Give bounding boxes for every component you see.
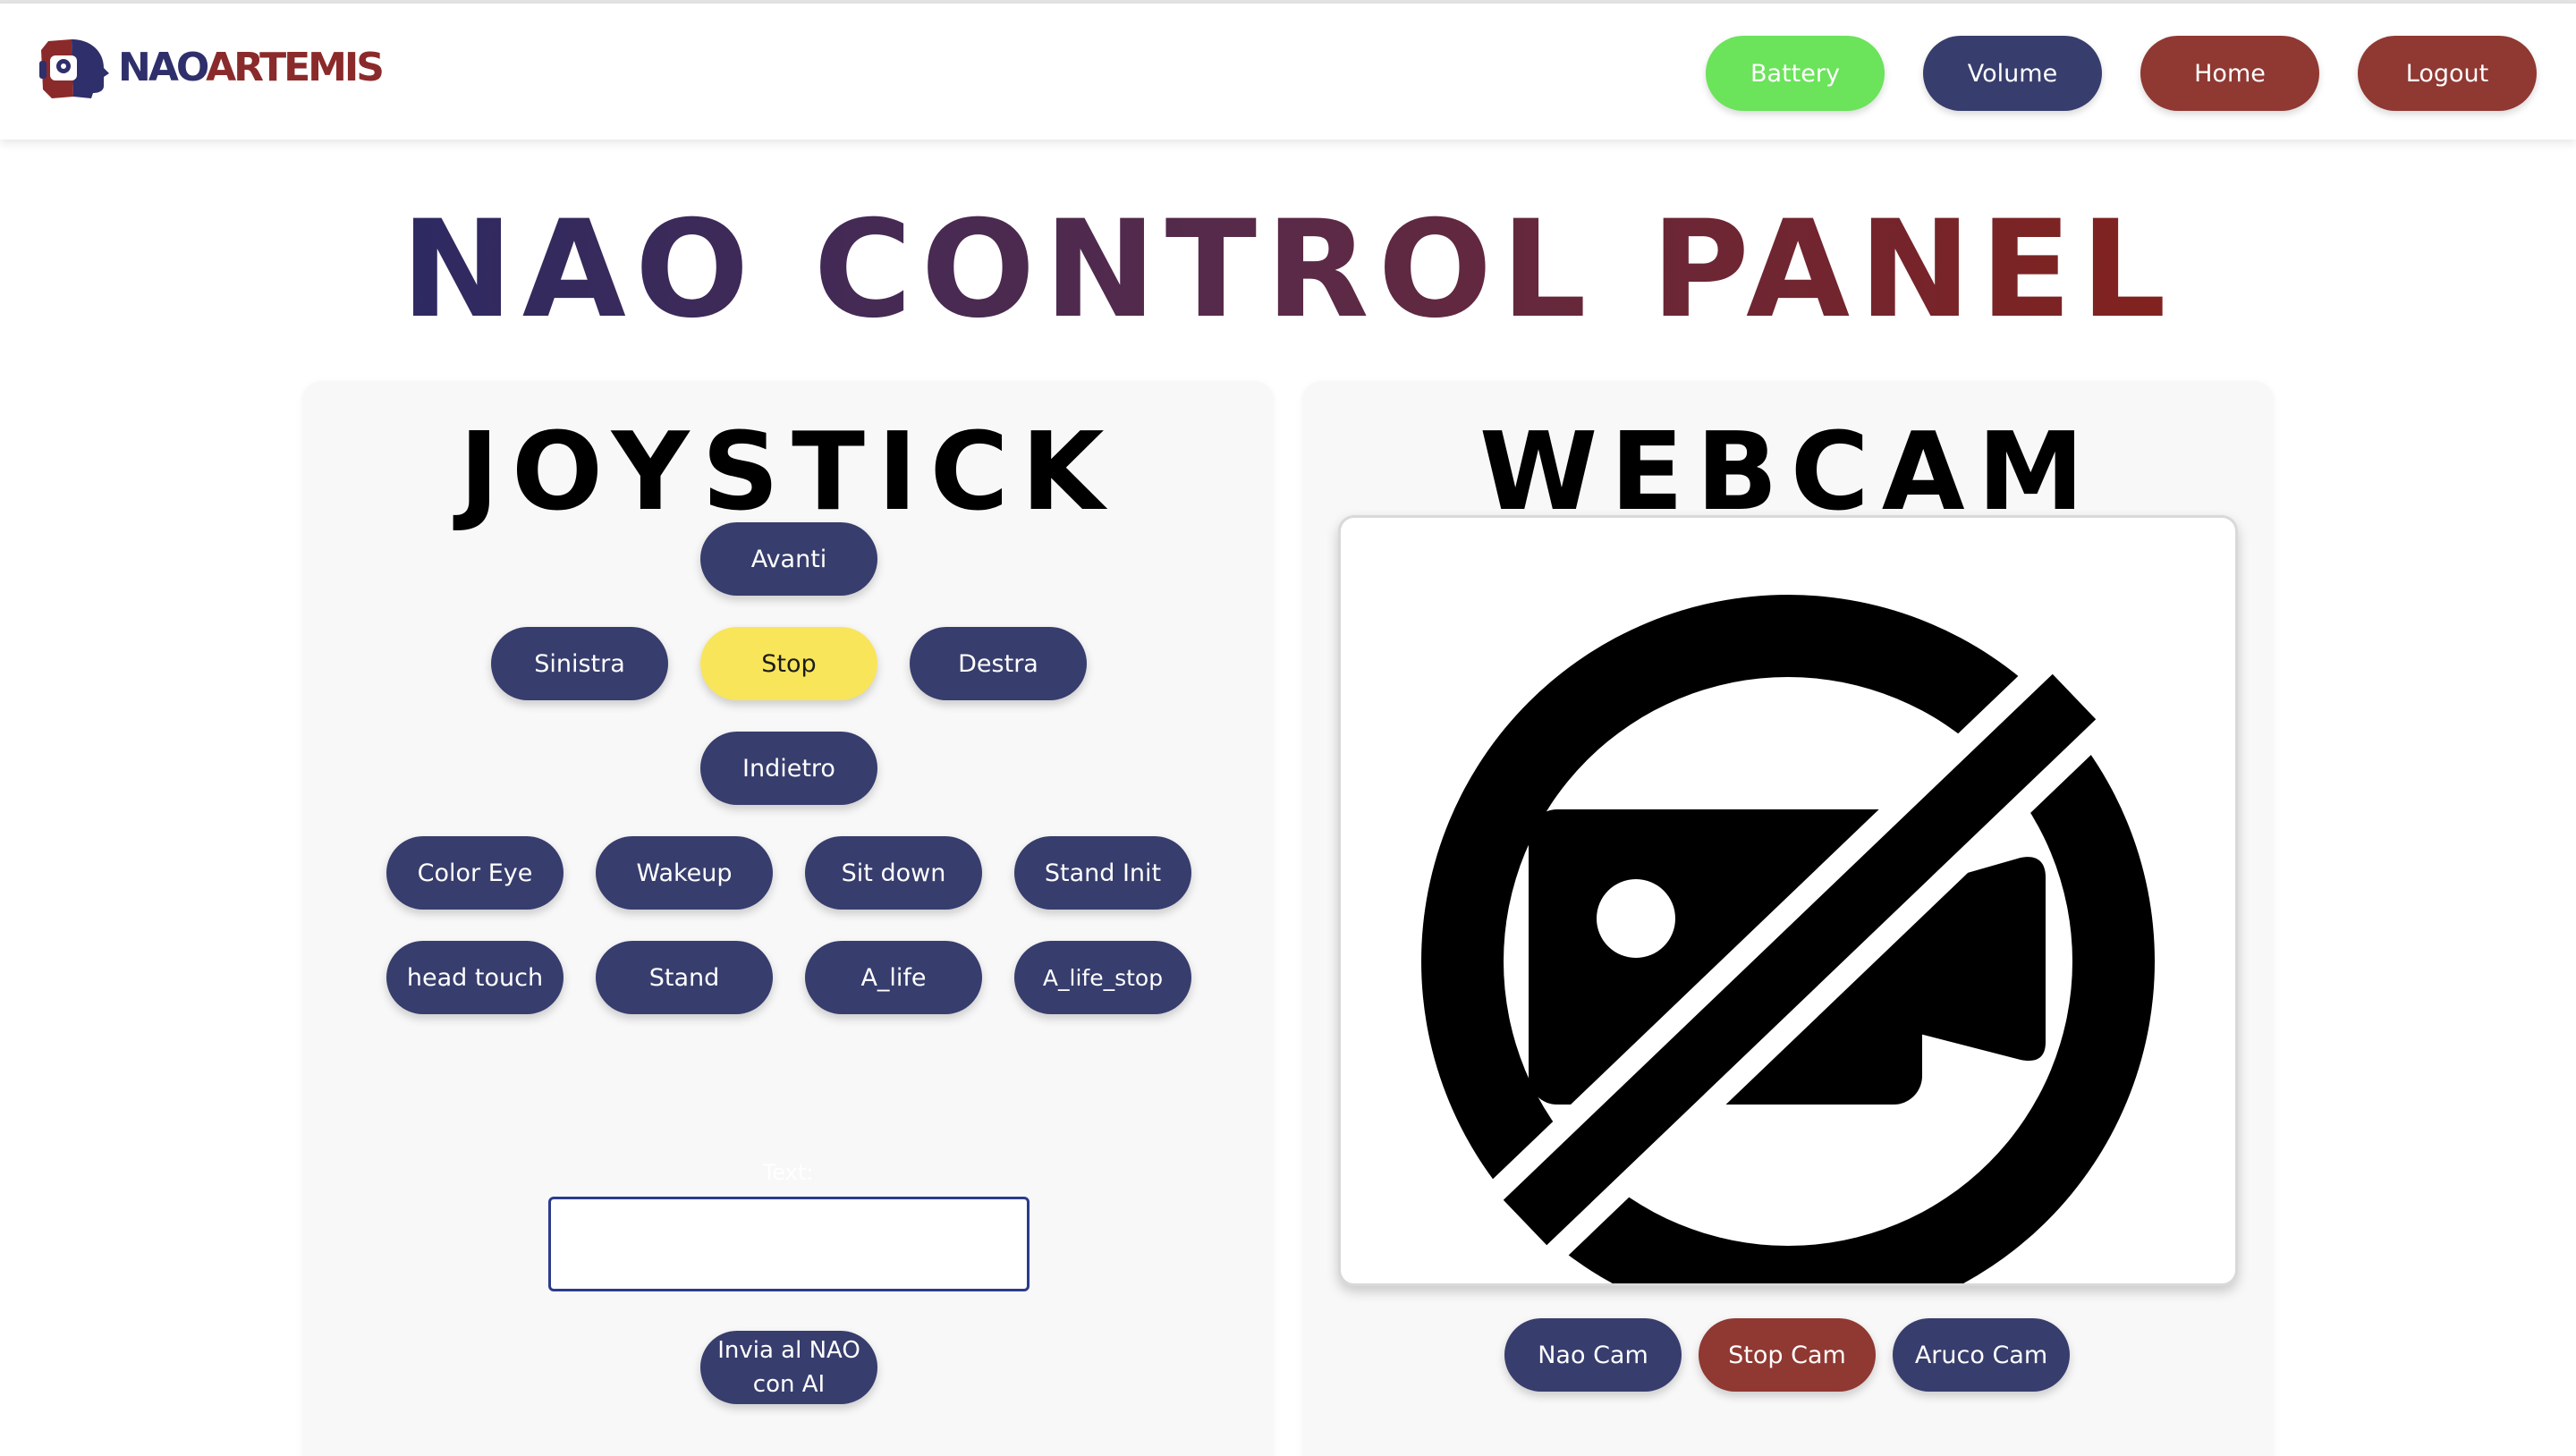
head-touch-button[interactable]: head touch: [386, 941, 564, 1014]
navbar: NAOARTEMIS Battery Volume Home Logout: [0, 4, 2576, 140]
color-eye-button[interactable]: Color Eye: [386, 836, 564, 910]
right-button[interactable]: Destra: [910, 627, 1087, 700]
stand-init-button[interactable]: Stand Init: [1014, 836, 1191, 910]
backward-button[interactable]: Indietro: [700, 732, 877, 805]
nao-cam-button[interactable]: Nao Cam: [1504, 1318, 1682, 1392]
sit-down-button[interactable]: Sit down: [805, 836, 982, 910]
camera-off-icon: [1421, 595, 2155, 1283]
joystick-panel: JOYSTICK Avanti Sinistra Stop Destra Ind…: [302, 381, 1274, 1456]
logout-button[interactable]: Logout: [2358, 36, 2537, 111]
stand-button[interactable]: Stand: [596, 941, 773, 1014]
webcam-panel: WEBCAM Nao Cam Stop Cam Aruco Cam: [1302, 381, 2274, 1456]
text-input[interactable]: [548, 1197, 1030, 1291]
forward-button[interactable]: Avanti: [700, 522, 877, 596]
aruco-cam-button[interactable]: Aruco Cam: [1893, 1318, 2070, 1392]
a-life-button[interactable]: A_life: [805, 941, 982, 1014]
text-label: Text:: [762, 1160, 814, 1185]
webcam-view: [1338, 515, 2238, 1286]
volume-button[interactable]: Volume: [1923, 36, 2102, 111]
wakeup-button[interactable]: Wakeup: [596, 836, 773, 910]
webcam-title: WEBCAM: [1479, 411, 2097, 535]
a-life-stop-button[interactable]: A_life_stop: [1014, 941, 1191, 1014]
brand-wordmark: NAOARTEMIS: [118, 45, 385, 90]
home-button[interactable]: Home: [2140, 36, 2319, 111]
battery-button[interactable]: Battery: [1706, 36, 1885, 111]
page-title: NAO CONTROL PANEL: [401, 192, 2175, 348]
brand-logo[interactable]: NAOARTEMIS: [32, 34, 385, 102]
joystick-title: JOYSTICK: [459, 411, 1117, 535]
stop-cam-button[interactable]: Stop Cam: [1699, 1318, 1876, 1392]
send-to-nao-ai-button[interactable]: Invia al NAO con AI: [700, 1331, 877, 1404]
robot-head-logo-icon: [39, 39, 109, 98]
stop-button[interactable]: Stop: [700, 627, 877, 700]
left-button[interactable]: Sinistra: [491, 627, 668, 700]
